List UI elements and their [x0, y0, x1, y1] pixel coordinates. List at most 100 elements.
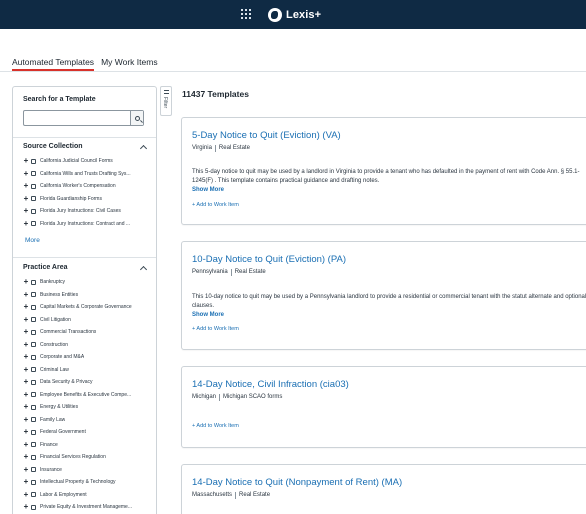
- facet-checkbox[interactable]: [31, 492, 36, 498]
- facet-item[interactable]: + Construction: [23, 339, 153, 352]
- template-search-input[interactable]: [24, 111, 134, 125]
- facet-checkbox[interactable]: [31, 379, 36, 385]
- facet-checkbox[interactable]: [31, 183, 36, 189]
- show-more-link[interactable]: Show More: [192, 312, 224, 318]
- facet-item[interactable]: + Energy & Utilities: [23, 401, 153, 414]
- plus-icon[interactable]: +: [23, 290, 29, 299]
- plus-icon[interactable]: +: [23, 219, 29, 228]
- facet-item[interactable]: + Financial Services Regulation: [23, 451, 153, 464]
- plus-icon[interactable]: +: [23, 478, 29, 486]
- facet-item[interactable]: + Employee Benefits & Executive Compe...: [23, 389, 153, 402]
- template-title-link[interactable]: 14-Day Notice to Quit (Nonpayment of Ren…: [192, 477, 402, 488]
- plus-icon[interactable]: +: [23, 353, 29, 361]
- plus-icon[interactable]: +: [23, 315, 29, 324]
- facet-checkbox[interactable]: [31, 208, 36, 214]
- facet-item[interactable]: + Florida Jury Instructions: Civil Cases: [23, 205, 153, 218]
- facet-item[interactable]: + Florida Guardianship Forms: [23, 193, 153, 206]
- plus-icon[interactable]: +: [23, 440, 29, 449]
- facet-checkbox[interactable]: [31, 442, 36, 448]
- plus-icon[interactable]: +: [23, 182, 29, 190]
- template-title-link[interactable]: 14-Day Notice, Civil Infraction (cia03): [192, 379, 349, 390]
- facet-item[interactable]: + California Wills and Trusts Drafting Sy…: [23, 168, 153, 181]
- filter-toggle[interactable]: Filter: [160, 86, 172, 116]
- plus-icon[interactable]: +: [23, 403, 29, 411]
- more-link[interactable]: More: [25, 237, 40, 244]
- facet-item[interactable]: + California Worker's Compensation: [23, 180, 153, 193]
- facet-checkbox[interactable]: [31, 404, 36, 410]
- facet-item[interactable]: + Commercial Transactions: [23, 326, 153, 339]
- search-icon: [134, 115, 140, 121]
- results-count: 11437 Templates: [182, 89, 249, 99]
- search-button[interactable]: [130, 111, 143, 125]
- facet-item[interactable]: + Intellectual Property & Technology: [23, 476, 153, 489]
- facet-checkbox[interactable]: [31, 429, 36, 435]
- facet-checkbox[interactable]: [31, 196, 36, 202]
- plus-icon[interactable]: +: [23, 390, 29, 399]
- facet-checkbox[interactable]: [31, 171, 36, 177]
- apps-grid-icon[interactable]: [241, 9, 251, 19]
- template-title-link[interactable]: 5-Day Notice to Quit (Eviction) (VA): [192, 130, 341, 141]
- facet-checkbox[interactable]: [31, 292, 36, 298]
- add-to-work-item-link[interactable]: + Add to Work Item: [192, 326, 239, 332]
- meta-separator: [230, 269, 232, 276]
- facet-checkbox[interactable]: [31, 329, 36, 335]
- facet-checkbox[interactable]: [31, 317, 36, 323]
- facet-item[interactable]: + Federal Government: [23, 426, 153, 439]
- facet-checkbox[interactable]: [31, 367, 36, 373]
- plus-icon[interactable]: +: [23, 340, 29, 349]
- facet-checkbox[interactable]: [31, 221, 36, 227]
- facet-checkbox[interactable]: [31, 467, 36, 473]
- plus-icon[interactable]: +: [23, 378, 29, 386]
- plus-icon[interactable]: +: [23, 365, 29, 374]
- plus-icon[interactable]: +: [23, 503, 29, 511]
- section-divider: [13, 137, 156, 138]
- facet-checkbox[interactable]: [31, 342, 36, 348]
- plus-icon[interactable]: +: [23, 328, 29, 336]
- facet-item[interactable]: + Bankruptcy: [23, 276, 153, 289]
- plus-icon[interactable]: +: [23, 278, 29, 286]
- filter-label: Filter: [162, 97, 168, 109]
- plus-icon[interactable]: +: [23, 465, 29, 474]
- plus-icon[interactable]: +: [23, 169, 29, 178]
- plus-icon[interactable]: +: [23, 194, 29, 203]
- facet-item[interactable]: + Data Security & Privacy: [23, 376, 153, 389]
- facet-item[interactable]: + Labor & Employment: [23, 489, 153, 502]
- facet-checkbox[interactable]: [31, 454, 36, 460]
- facet-item[interactable]: + Finance: [23, 439, 153, 452]
- facet-checkbox[interactable]: [31, 304, 36, 310]
- template-title-link[interactable]: 10-Day Notice to Quit (Eviction) (PA): [192, 254, 346, 265]
- add-to-work-item-link[interactable]: + Add to Work Item: [192, 423, 239, 429]
- facet-checkbox[interactable]: [31, 392, 36, 398]
- tab-automated-templates[interactable]: Automated Templates: [12, 56, 95, 71]
- chevron-up-icon[interactable]: [139, 144, 148, 153]
- facet-item[interactable]: + Criminal Law: [23, 364, 153, 377]
- filter-icon: [164, 90, 169, 94]
- facet-checkbox[interactable]: [31, 417, 36, 423]
- facet-item[interactable]: + Florida Jury Instructions: Contract and…: [23, 218, 153, 231]
- facet-item[interactable]: + Business Entities: [23, 289, 153, 302]
- plus-icon[interactable]: +: [23, 453, 29, 461]
- add-to-work-item-link[interactable]: + Add to Work Item: [192, 202, 239, 208]
- chevron-up-icon[interactable]: [139, 265, 148, 274]
- facet-item[interactable]: + Insurance: [23, 464, 153, 477]
- facet-checkbox[interactable]: [31, 504, 36, 510]
- tab-my-work-items[interactable]: My Work Items: [101, 56, 158, 71]
- facet-checkbox[interactable]: [31, 354, 36, 360]
- facet-item[interactable]: + Civil Litigation: [23, 314, 153, 327]
- facet-item[interactable]: + California Judicial Council Forms: [23, 155, 153, 168]
- plus-icon[interactable]: +: [23, 303, 29, 311]
- plus-icon[interactable]: +: [23, 207, 29, 215]
- facet-item[interactable]: + Family Law: [23, 414, 153, 427]
- plus-icon[interactable]: +: [23, 157, 29, 165]
- facet-item[interactable]: + Corporate and M&A: [23, 351, 153, 364]
- lexis-logo[interactable]: Lexis+: [268, 6, 321, 23]
- facet-checkbox[interactable]: [31, 279, 36, 285]
- facet-item[interactable]: + Private Equity & Investment Manageme...: [23, 501, 153, 514]
- plus-icon[interactable]: +: [23, 490, 29, 499]
- plus-icon[interactable]: +: [23, 428, 29, 436]
- show-more-link[interactable]: Show More: [192, 187, 224, 193]
- plus-icon[interactable]: +: [23, 415, 29, 424]
- facet-checkbox[interactable]: [31, 158, 36, 164]
- facet-item[interactable]: + Capital Markets & Corporate Governance: [23, 301, 153, 314]
- facet-checkbox[interactable]: [31, 479, 36, 485]
